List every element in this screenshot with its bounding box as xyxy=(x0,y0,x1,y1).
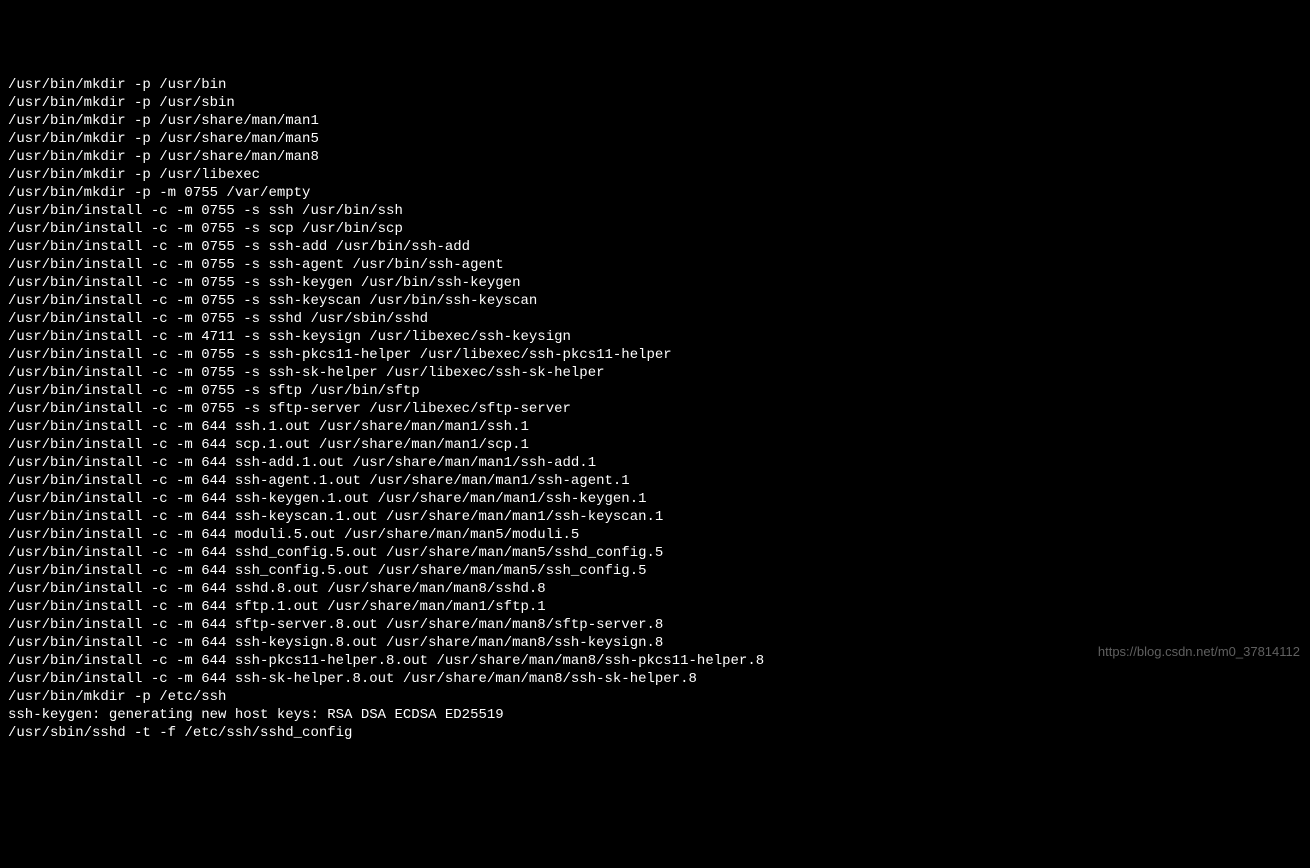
terminal-line: /usr/bin/mkdir -p /usr/share/man/man1 xyxy=(8,112,1302,130)
terminal-line: /usr/bin/install -c -m 0755 -s sftp-serv… xyxy=(8,400,1302,418)
terminal-line: /usr/bin/install -c -m 644 scp.1.out /us… xyxy=(8,436,1302,454)
terminal-line: /usr/bin/install -c -m 644 ssh-agent.1.o… xyxy=(8,472,1302,490)
terminal-line: /usr/bin/install -c -m 4711 -s ssh-keysi… xyxy=(8,328,1302,346)
terminal-line: /usr/bin/install -c -m 0755 -s ssh /usr/… xyxy=(8,202,1302,220)
terminal-line: /usr/bin/install -c -m 644 ssh.1.out /us… xyxy=(8,418,1302,436)
terminal-line: /usr/bin/install -c -m 0755 -s ssh-keyge… xyxy=(8,274,1302,292)
terminal-line: /usr/bin/install -c -m 0755 -s ssh-keysc… xyxy=(8,292,1302,310)
terminal-line: /usr/bin/install -c -m 644 ssh_config.5.… xyxy=(8,562,1302,580)
terminal-line: /usr/bin/install -c -m 0755 -s ssh-sk-he… xyxy=(8,364,1302,382)
terminal-line: /usr/bin/mkdir -p /usr/bin xyxy=(8,76,1302,94)
terminal-line: /usr/bin/install -c -m 644 ssh-keygen.1.… xyxy=(8,490,1302,508)
terminal-line: /usr/bin/install -c -m 644 sshd.8.out /u… xyxy=(8,580,1302,598)
terminal-line: /usr/bin/install -c -m 0755 -s scp /usr/… xyxy=(8,220,1302,238)
terminal-line: /usr/bin/install -c -m 0755 -s ssh-pkcs1… xyxy=(8,346,1302,364)
terminal-line: /usr/bin/mkdir -p -m 0755 /var/empty xyxy=(8,184,1302,202)
terminal-line: /usr/bin/install -c -m 644 sshd_config.5… xyxy=(8,544,1302,562)
terminal-line: /usr/bin/mkdir -p /usr/sbin xyxy=(8,94,1302,112)
terminal-line: /usr/sbin/sshd -t -f /etc/ssh/sshd_confi… xyxy=(8,724,1302,742)
terminal-line: /usr/bin/install -c -m 644 ssh-add.1.out… xyxy=(8,454,1302,472)
terminal-line: /usr/bin/install -c -m 0755 -s ssh-add /… xyxy=(8,238,1302,256)
terminal-line: /usr/bin/install -c -m 0755 -s sshd /usr… xyxy=(8,310,1302,328)
terminal-line: /usr/bin/install -c -m 644 sftp-server.8… xyxy=(8,616,1302,634)
terminal-line: /usr/bin/mkdir -p /usr/libexec xyxy=(8,166,1302,184)
terminal-line: /usr/bin/install -c -m 644 ssh-keyscan.1… xyxy=(8,508,1302,526)
terminal-line: /usr/bin/install -c -m 644 sftp.1.out /u… xyxy=(8,598,1302,616)
terminal-line: /usr/bin/install -c -m 0755 -s ssh-agent… xyxy=(8,256,1302,274)
watermark-text: https://blog.csdn.net/m0_37814112 xyxy=(1098,643,1300,661)
terminal-line: /usr/bin/install -c -m 644 moduli.5.out … xyxy=(8,526,1302,544)
terminal-line: /usr/bin/install -c -m 0755 -s sftp /usr… xyxy=(8,382,1302,400)
terminal-line: /usr/bin/mkdir -p /usr/share/man/man8 xyxy=(8,148,1302,166)
terminal-line: /usr/bin/mkdir -p /etc/ssh xyxy=(8,688,1302,706)
terminal-line: /usr/bin/mkdir -p /usr/share/man/man5 xyxy=(8,130,1302,148)
terminal-line: ssh-keygen: generating new host keys: RS… xyxy=(8,706,1302,724)
